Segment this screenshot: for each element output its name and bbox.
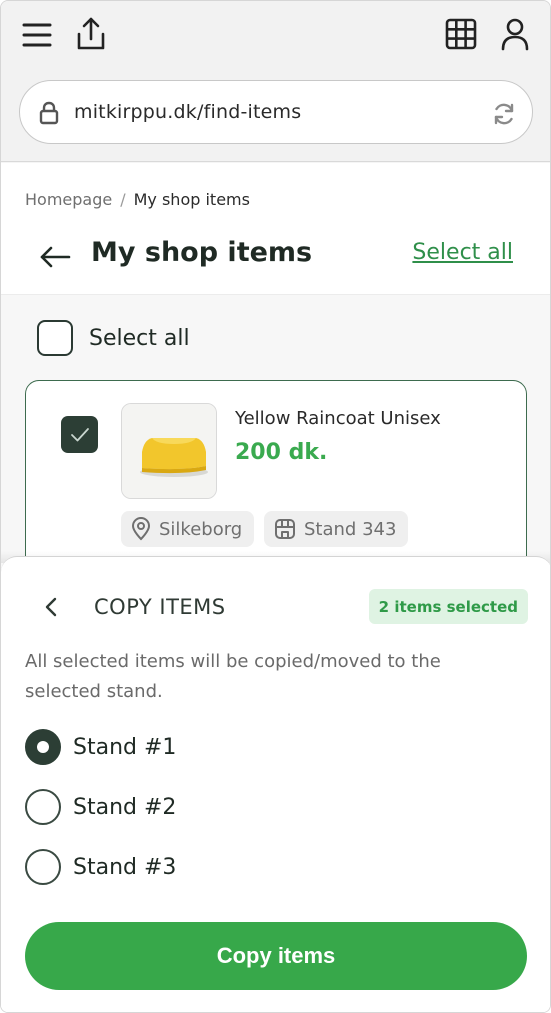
stand-option-1[interactable]: Stand #1 xyxy=(25,729,176,765)
item-checkbox[interactable] xyxy=(61,416,98,453)
share-icon[interactable] xyxy=(73,15,109,53)
select-all-checkbox[interactable] xyxy=(37,320,73,356)
page-header: My shop items Select all xyxy=(1,229,550,291)
breadcrumb-separator: / xyxy=(120,190,126,209)
url-text[interactable]: mitkirppu.dk/find-items xyxy=(74,101,301,123)
lock-icon xyxy=(38,100,60,126)
menu-icon[interactable] xyxy=(19,17,55,53)
location-text: Silkeborg xyxy=(159,518,243,540)
sheet-description: All selected items will be copied/moved … xyxy=(25,651,441,702)
phone-frame: mitkirppu.dk/find-items Homepage / My sh… xyxy=(0,0,551,1013)
back-arrow-icon[interactable] xyxy=(37,239,73,275)
select-all-link[interactable]: Select all xyxy=(412,240,513,265)
breadcrumb-current: My shop items xyxy=(133,190,250,209)
stand-option-label: Stand #1 xyxy=(73,734,177,760)
radio-button[interactable] xyxy=(25,789,61,825)
store-icon xyxy=(275,519,295,539)
chevron-left-icon[interactable] xyxy=(39,595,63,619)
selected-count-badge: 2 items selected xyxy=(368,589,528,624)
address-bar[interactable]: mitkirppu.dk/find-items xyxy=(19,80,533,144)
sheet-title: COPY ITEMS xyxy=(94,595,226,619)
select-all-row[interactable]: Select all xyxy=(37,320,190,356)
radio-button[interactable] xyxy=(25,849,61,885)
location-chip: Silkeborg xyxy=(121,511,255,547)
user-icon[interactable] xyxy=(497,15,533,53)
item-thumbnail xyxy=(121,403,217,499)
stand-option-label: Stand #2 xyxy=(73,794,177,820)
stand-option-label: Stand #3 xyxy=(73,854,177,880)
breadcrumb: Homepage / My shop items xyxy=(25,190,250,209)
stand-option-3[interactable]: Stand #3 xyxy=(25,849,176,885)
stand-chip: Stand 343 xyxy=(264,511,409,547)
page-title: My shop items xyxy=(91,237,313,268)
copy-items-sheet: COPY ITEMS 2 items selected All selected… xyxy=(1,556,550,1012)
browser-toolbar: mitkirppu.dk/find-items xyxy=(1,1,550,162)
reload-icon[interactable] xyxy=(490,100,518,128)
stand-option-2[interactable]: Stand #2 xyxy=(25,789,176,825)
stand-text: Stand 343 xyxy=(304,518,397,540)
item-card[interactable]: Yellow Raincoat Unisex 200 dk. Silkeborg… xyxy=(25,380,527,580)
item-price: 200 dk. xyxy=(235,440,328,465)
item-name: Yellow Raincoat Unisex xyxy=(235,408,441,429)
radio-button-selected[interactable] xyxy=(25,729,61,765)
select-all-label: Select all xyxy=(89,325,190,351)
copy-items-button[interactable]: Copy items xyxy=(25,922,527,990)
breadcrumb-home[interactable]: Homepage xyxy=(25,190,112,209)
location-pin-icon xyxy=(131,517,151,541)
checkmark-icon xyxy=(70,427,89,441)
grid-icon[interactable] xyxy=(443,17,479,51)
